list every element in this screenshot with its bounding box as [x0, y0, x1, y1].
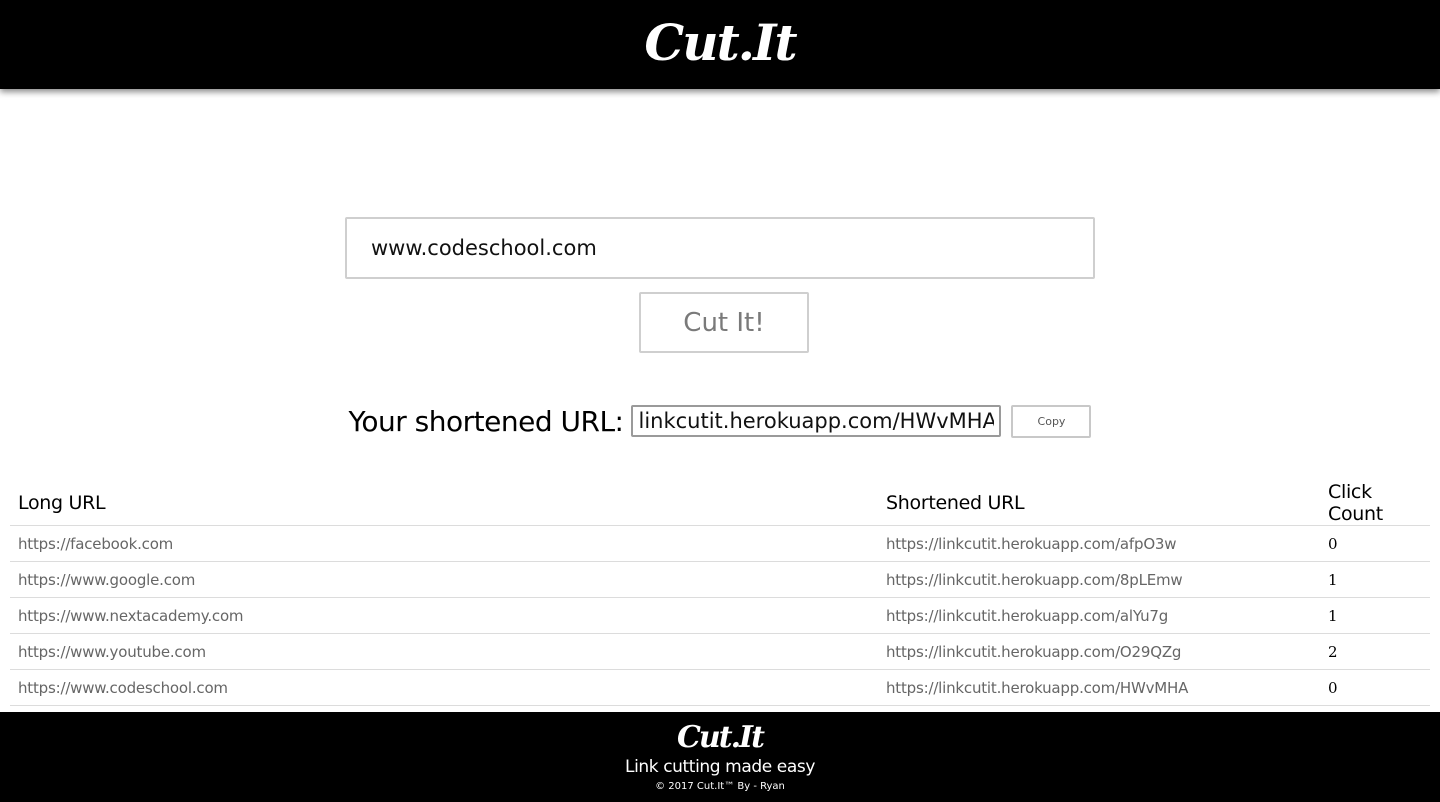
long-url-input[interactable] — [345, 217, 1095, 279]
short-url-cell[interactable]: https://linkcutit.herokuapp.com/afpO3w — [878, 525, 1320, 562]
cut-it-button[interactable]: Cut It! — [639, 292, 809, 353]
short-url-cell[interactable]: https://linkcutit.herokuapp.com/HWvMHA — [878, 669, 1320, 706]
long-url-cell[interactable]: https://www.nextacademy.com — [10, 597, 878, 634]
footer-copyright: © 2017 Cut.It™ By - Ryan — [655, 781, 785, 792]
short-url-cell[interactable]: https://linkcutit.herokuapp.com/8pLEmw — [878, 561, 1320, 598]
table-header-row: Long URL Shortened URL Click Count — [10, 481, 1430, 526]
long-url-cell[interactable]: https://www.google.com — [10, 561, 878, 598]
long-url-cell[interactable]: https://www.youtube.com — [10, 633, 878, 670]
site-header: Cut.It — [0, 0, 1440, 89]
footer-logo: Cut.It — [677, 720, 765, 755]
column-header-shortened-url: Shortened URL — [878, 481, 1320, 526]
footer-tagline: Link cutting made easy — [625, 757, 815, 777]
header-logo[interactable]: Cut.It — [644, 13, 797, 72]
column-header-click-count: Click Count — [1320, 481, 1430, 526]
copy-button[interactable]: Copy — [1011, 404, 1092, 438]
long-url-cell[interactable]: https://facebook.com — [10, 525, 878, 562]
table-row: https://www.youtube.com https://linkcuti… — [10, 633, 1430, 670]
click-count-cell: 0 — [1320, 669, 1430, 706]
urls-table: Long URL Shortened URL Click Count https… — [10, 481, 1430, 706]
click-count-cell: 1 — [1320, 597, 1430, 634]
shortened-url-field[interactable] — [631, 405, 1002, 437]
site-footer: Cut.It Link cutting made easy © 2017 Cut… — [0, 712, 1440, 802]
short-url-cell[interactable]: https://linkcutit.herokuapp.com/alYu7g — [878, 597, 1320, 634]
table-row: https://www.nextacademy.com https://link… — [10, 597, 1430, 634]
table-row: https://facebook.com https://linkcutit.h… — [10, 525, 1430, 562]
click-count-cell: 2 — [1320, 633, 1430, 670]
long-url-cell[interactable]: https://www.codeschool.com — [10, 669, 878, 706]
short-url-cell[interactable]: https://linkcutit.herokuapp.com/O29QZg — [878, 633, 1320, 670]
click-count-cell: 1 — [1320, 561, 1430, 598]
click-count-cell: 0 — [1320, 525, 1430, 562]
shortened-url-row: Your shortened URL: Copy — [0, 402, 1440, 440]
table-row: https://www.codeschool.com https://linkc… — [10, 669, 1430, 706]
table-row: https://www.google.com https://linkcutit… — [10, 561, 1430, 598]
column-header-long-url: Long URL — [10, 481, 878, 526]
shortened-url-label: Your shortened URL: — [348, 404, 624, 438]
